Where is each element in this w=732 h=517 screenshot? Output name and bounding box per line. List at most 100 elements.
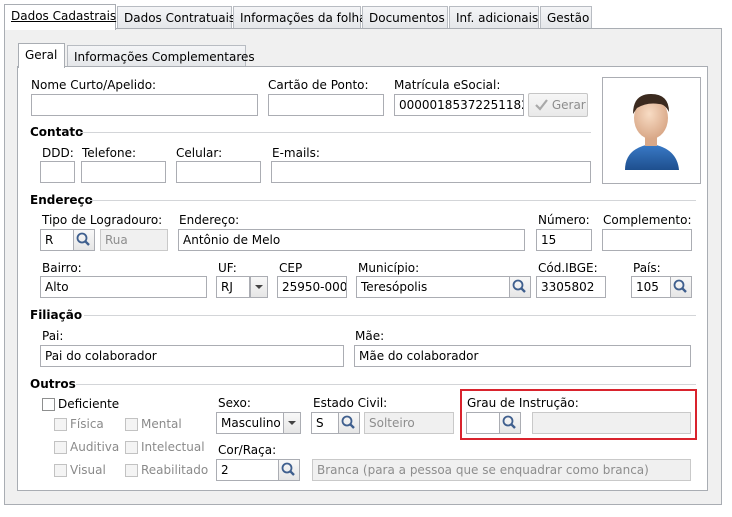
- check-icon: [535, 99, 548, 114]
- contato-section-title: Contato: [30, 125, 84, 139]
- estado-civil-code-input[interactable]: S: [311, 412, 339, 434]
- cor-raca-label: Cor/Raça:: [218, 443, 277, 457]
- cod-ibge-input[interactable]: 3305802: [536, 276, 606, 298]
- endereco-section-title: Endereço: [30, 193, 93, 207]
- chevron-down-icon: [255, 285, 263, 289]
- nome-curto-input[interactable]: [31, 94, 258, 116]
- grau-instrucao-search-button[interactable]: [499, 412, 521, 434]
- fisica-checkbox[interactable]: [54, 418, 67, 431]
- endereco-input[interactable]: Antônio de Melo: [178, 229, 525, 251]
- celular-input[interactable]: [176, 161, 261, 183]
- tab-dados-cadastrais[interactable]: Dados Cadastrais: [4, 4, 116, 30]
- telefone-label: Telefone:: [82, 146, 136, 160]
- filiacao-divider: [84, 315, 696, 316]
- intelectual-label: Intelectual: [141, 440, 205, 454]
- cep-label: CEP: [279, 261, 303, 275]
- search-icon: [673, 279, 687, 293]
- visual-checkbox[interactable]: [54, 464, 67, 477]
- pai-input[interactable]: Pai do colaborador: [40, 345, 344, 367]
- estado-civil-search-button[interactable]: [338, 412, 360, 434]
- search-icon: [512, 279, 526, 293]
- mae-label: Mãe:: [355, 329, 385, 343]
- tipo-logradouro-desc-field: Rua: [100, 229, 168, 251]
- estado-civil-desc-field: Solteiro: [364, 412, 454, 434]
- filiacao-section-title: Filiação: [30, 308, 83, 322]
- municipio-label: Município:: [358, 261, 420, 275]
- matricula-esocial-label: Matrícula eSocial:: [394, 78, 501, 92]
- telefone-input[interactable]: [81, 161, 166, 183]
- complemento-label: Complemento:: [603, 213, 692, 227]
- outros-divider: [76, 384, 696, 385]
- subtab-informacoes-complementares[interactable]: Informações Complementares: [67, 45, 255, 67]
- user-avatar-icon: [625, 94, 679, 170]
- emails-input[interactable]: [271, 161, 591, 183]
- gerar-button[interactable]: Gerar: [528, 93, 588, 117]
- search-icon: [281, 462, 295, 476]
- mental-checkbox[interactable]: [125, 418, 138, 431]
- intelectual-checkbox[interactable]: [125, 441, 138, 454]
- sexo-dropdown-button[interactable]: [283, 412, 301, 434]
- numero-label: Número:: [538, 213, 590, 227]
- cep-input[interactable]: 25950-000: [277, 276, 347, 298]
- mental-label: Mental: [141, 417, 182, 431]
- reabilitado-label: Reabilitado: [141, 463, 209, 477]
- pais-input[interactable]: 105: [631, 276, 671, 298]
- uf-select[interactable]: RJ: [216, 276, 250, 298]
- cor-raca-code-input[interactable]: 2: [216, 459, 279, 481]
- uf-dropdown-button[interactable]: [250, 276, 268, 298]
- sexo-label: Sexo:: [218, 396, 251, 410]
- subtab-geral[interactable]: Geral: [18, 43, 65, 68]
- auditiva-label: Auditiva: [70, 440, 120, 454]
- endereco-label: Endereço:: [179, 213, 240, 227]
- deficiente-label: Deficiente: [58, 397, 120, 411]
- tab-documentos[interactable]: Documentos: [362, 6, 448, 29]
- municipio-input[interactable]: Teresópolis: [356, 276, 510, 298]
- fisica-label: Física: [70, 417, 104, 431]
- municipio-search-button[interactable]: [509, 276, 531, 298]
- emails-label: E-mails:: [272, 146, 320, 160]
- cor-raca-desc-field: Branca (para a pessoa que se enquadrar c…: [312, 459, 691, 481]
- grau-instrucao-label: Grau de Instrução:: [467, 396, 579, 410]
- visual-label: Visual: [70, 463, 106, 477]
- chevron-down-icon: [288, 421, 296, 425]
- tab-informacoes-folha[interactable]: Informações da folha: [233, 6, 367, 29]
- estado-civil-label: Estado Civil:: [313, 396, 388, 410]
- tab-gestao[interactable]: Gestão: [540, 6, 592, 29]
- sexo-select[interactable]: Masculino: [216, 412, 284, 434]
- ddd-input[interactable]: [40, 161, 75, 183]
- grau-instrucao-code-input[interactable]: [466, 412, 500, 434]
- employee-photo[interactable]: [602, 77, 701, 184]
- ddd-label: DDD:: [42, 146, 74, 160]
- matricula-esocial-input[interactable]: 00000185372251182: [394, 94, 524, 116]
- mae-input[interactable]: Mãe do colaborador: [354, 345, 691, 367]
- cartao-ponto-label: Cartão de Ponto:: [268, 78, 369, 92]
- grau-instrucao-desc-field: [532, 412, 691, 434]
- tab-dados-contratuais[interactable]: Dados Contratuais: [117, 6, 235, 29]
- outros-section-title: Outros: [30, 377, 76, 391]
- tipo-logradouro-search-button[interactable]: [73, 229, 95, 251]
- celular-label: Celular:: [176, 146, 223, 160]
- endereco-divider: [87, 200, 696, 201]
- reabilitado-checkbox[interactable]: [125, 464, 138, 477]
- pai-label: Pai:: [42, 329, 64, 343]
- tipo-logradouro-code-input[interactable]: R: [40, 229, 74, 251]
- cod-ibge-label: Cód.IBGE:: [538, 261, 598, 275]
- search-icon: [341, 415, 355, 429]
- cartao-ponto-input[interactable]: [268, 94, 384, 116]
- search-icon: [76, 232, 90, 246]
- auditiva-checkbox[interactable]: [54, 441, 67, 454]
- search-icon: [502, 415, 516, 429]
- pais-search-button[interactable]: [670, 276, 692, 298]
- tipo-logradouro-label: Tipo de Logradouro:: [42, 213, 163, 227]
- tab-inf-adicionais[interactable]: Inf. adicionais: [449, 6, 539, 29]
- pais-label: País:: [633, 261, 661, 275]
- contato-divider: [80, 132, 591, 133]
- bairro-label: Bairro:: [42, 261, 82, 275]
- numero-input[interactable]: 15: [536, 229, 592, 251]
- uf-label: UF:: [218, 261, 237, 275]
- complemento-input[interactable]: [602, 229, 692, 251]
- cor-raca-search-button[interactable]: [278, 459, 300, 481]
- deficiente-checkbox[interactable]: [42, 398, 55, 411]
- bairro-input[interactable]: Alto: [40, 276, 207, 298]
- nome-curto-label: Nome Curto/Apelido:: [31, 78, 157, 92]
